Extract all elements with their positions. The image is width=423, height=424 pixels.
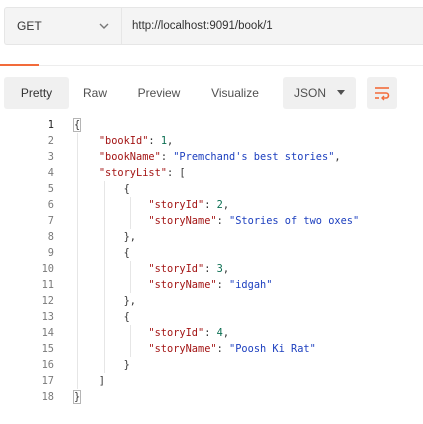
- json-number: 1: [160, 135, 168, 147]
- code-line: 14 "storyId": 4,: [0, 325, 423, 341]
- json-key: "storyName": [148, 215, 217, 227]
- code-line: 1{: [0, 117, 423, 133]
- line-number: 7: [47, 215, 54, 227]
- line-number: 14: [41, 327, 54, 339]
- line-number: 9: [47, 247, 54, 259]
- json-number: 4: [216, 327, 223, 339]
- json-key: "storyId": [148, 263, 205, 275]
- wrap-lines-icon: [375, 87, 390, 101]
- brace-close: }: [72, 390, 82, 404]
- method-select[interactable]: GET: [4, 7, 121, 45]
- json-key: "bookId": [98, 135, 149, 147]
- json-key: "bookName": [98, 151, 161, 163]
- visualize-button[interactable]: Visualize: [200, 77, 270, 109]
- tab-divider: [0, 65, 423, 66]
- format-label: JSON: [294, 86, 327, 100]
- code-line: 15 "storyName": "Poosh Ki Rat": [0, 341, 423, 357]
- code-line: 2 "bookId": 1,: [0, 133, 423, 149]
- method-label: GET: [17, 19, 42, 33]
- raw-button[interactable]: Raw: [73, 77, 117, 109]
- response-toolbar: Pretty Raw Preview Visualize JSON: [0, 77, 423, 109]
- line-number: 4: [47, 167, 54, 179]
- line-number: 16: [41, 359, 54, 371]
- code-line: 9 {: [0, 245, 423, 261]
- format-select[interactable]: JSON: [283, 77, 356, 109]
- line-number: 8: [47, 231, 54, 243]
- json-key: "storyId": [148, 327, 205, 339]
- active-tab-indicator: [0, 64, 39, 66]
- line-number: 15: [41, 343, 54, 355]
- json-key: "storyName": [148, 343, 217, 355]
- line-number: 17: [41, 375, 54, 387]
- code-line: 6 "storyId": 2,: [0, 197, 423, 213]
- line-number: 11: [41, 279, 54, 291]
- code-line: 12 },: [0, 293, 423, 309]
- line-number: 2: [47, 135, 54, 147]
- line-number: 13: [41, 311, 54, 323]
- wrap-lines-button[interactable]: [367, 77, 397, 109]
- code-line: 16 }: [0, 357, 423, 373]
- preview-button[interactable]: Preview: [127, 77, 191, 109]
- code-line: 10 "storyId": 3,: [0, 261, 423, 277]
- line-number: 12: [41, 295, 54, 307]
- code-line: 13 {: [0, 309, 423, 325]
- line-number: 1: [47, 119, 54, 131]
- response-body[interactable]: 1{ 2 "bookId": 1, 3 "bookName": "Premcha…: [0, 117, 423, 405]
- code-line: 8 },: [0, 229, 423, 245]
- chevron-down-icon: [99, 23, 109, 29]
- line-number: 3: [47, 151, 54, 163]
- brace-open: {: [72, 118, 82, 132]
- line-number: 5: [47, 183, 54, 195]
- line-number: 6: [47, 199, 54, 211]
- json-string: "Stories of two oxes": [229, 215, 360, 227]
- pretty-button[interactable]: Pretty: [4, 77, 69, 109]
- json-key: "storyList": [98, 167, 168, 179]
- code-line: 7 "storyName": "Stories of two oxes": [0, 213, 423, 229]
- json-key: "storyId": [148, 199, 205, 211]
- json-string: "idgah": [229, 279, 273, 291]
- code-line: 3 "bookName": "Premchand's best stories"…: [0, 149, 423, 165]
- json-string: "Poosh Ki Rat": [229, 343, 316, 355]
- json-string: "Premchand's best stories": [173, 151, 335, 163]
- code-line: 17 ]: [0, 373, 423, 389]
- url-input[interactable]: http://localhost:9091/book/1: [121, 7, 423, 45]
- json-number: 3: [216, 263, 223, 275]
- line-number: 10: [41, 263, 54, 275]
- caret-down-icon: [337, 90, 345, 95]
- code-line: 4 "storyList": [: [0, 165, 423, 181]
- line-number: 18: [41, 391, 54, 403]
- code-line: 18}: [0, 389, 423, 405]
- json-key: "storyName": [148, 279, 217, 291]
- code-line: 11 "storyName": "idgah": [0, 277, 423, 293]
- request-bar: GET http://localhost:9091/book/1: [0, 0, 423, 50]
- json-number: 2: [216, 199, 223, 211]
- url-text: http://localhost:9091/book/1: [132, 20, 273, 32]
- code-line: 5 {: [0, 181, 423, 197]
